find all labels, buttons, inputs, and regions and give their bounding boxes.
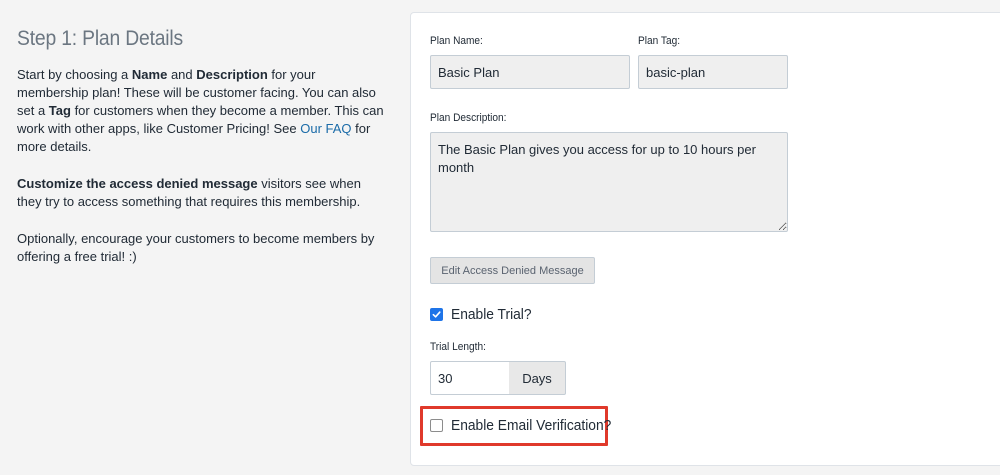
bold-name: Name [131, 67, 168, 82]
step-description: Start by choosing a Name and Description… [17, 66, 389, 266]
bold-tag: Tag [48, 103, 71, 118]
step-panel: Step 1: Plan Details Start by choosing a… [17, 26, 389, 285]
plan-description-label: Plan Description: [430, 112, 507, 124]
trial-length-label: Trial Length: [430, 341, 486, 353]
enable-trial-checkbox[interactable] [430, 308, 443, 321]
enable-email-verification-label: Enable Email Verification? [451, 417, 612, 434]
plan-tag-label: Plan Tag: [638, 35, 681, 47]
checkmark-icon [432, 311, 441, 318]
trial-length-input[interactable] [430, 361, 510, 395]
plan-name-label: Plan Name: [430, 35, 483, 47]
plan-tag-input[interactable] [638, 55, 788, 89]
bold-customize: Customize the access denied message [17, 176, 258, 191]
description-paragraph-1: Start by choosing a Name and Description… [17, 66, 389, 156]
description-paragraph-3: Optionally, encourage your customers to … [17, 231, 375, 264]
faq-link[interactable]: Our FAQ [300, 121, 351, 136]
text: Start by choosing a [17, 67, 132, 82]
enable-trial-row[interactable]: Enable Trial? [430, 306, 539, 323]
enable-email-verification-checkbox[interactable] [430, 419, 443, 432]
text: and [167, 67, 197, 82]
step-title: Step 1: Plan Details [17, 27, 184, 50]
enable-trial-label: Enable Trial? [451, 306, 532, 323]
enable-email-verification-row[interactable]: Enable Email Verification? [430, 417, 625, 434]
edit-access-denied-button[interactable]: Edit Access Denied Message [430, 257, 595, 284]
trial-unit-addon: Days [509, 361, 566, 395]
plan-description-textarea[interactable]: The Basic Plan gives you access for up t… [430, 132, 788, 232]
description-paragraph-2: Customize the access denied message visi… [17, 175, 389, 211]
bold-description: Description [196, 67, 268, 82]
plan-name-input[interactable] [430, 55, 630, 89]
